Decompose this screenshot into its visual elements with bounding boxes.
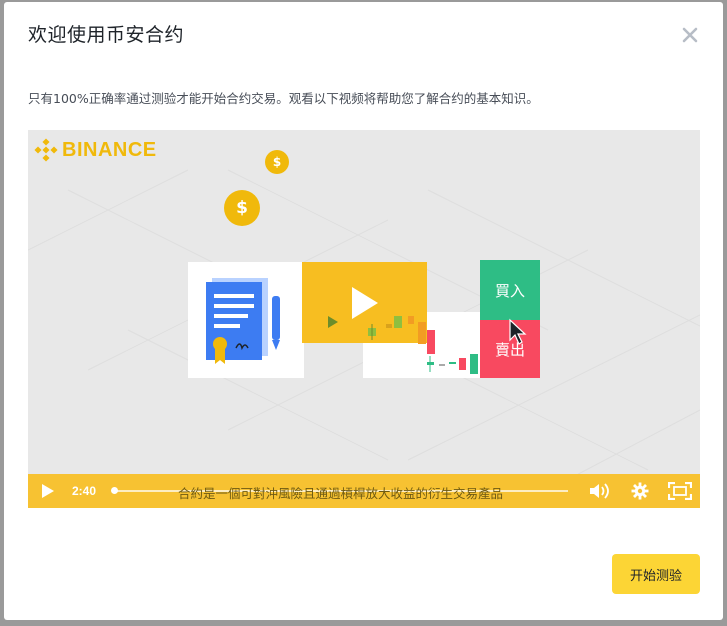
dollar-coin-icon: $: [224, 190, 260, 226]
fullscreen-button[interactable]: [666, 480, 694, 502]
chart-candles-overlay: [328, 316, 426, 344]
video-subtitle: 合約是一個可對沖風險且通過槓桿放大收益的衍生交易產品: [178, 486, 504, 501]
settings-button[interactable]: [629, 481, 651, 501]
video-progress-handle[interactable]: [111, 487, 118, 494]
binance-diamond-icon: [34, 138, 58, 162]
mouse-cursor-icon: [509, 318, 527, 345]
start-quiz-button[interactable]: 开始测验: [612, 554, 700, 594]
close-icon[interactable]: [682, 27, 698, 43]
video-control-bar: 2:40 合約是一個可對沖風險且通過槓桿放大收益的衍生交易產品: [28, 474, 700, 508]
play-icon[interactable]: [41, 483, 55, 499]
modal-title: 欢迎使用币安合约: [28, 24, 185, 46]
dollar-coin-icon: $: [265, 150, 289, 174]
intro-video-player[interactable]: BINANCE $ $ 買入 賣出 2:40 合約是一個可對沖風險且通過槓桿放大…: [28, 130, 700, 508]
volume-button[interactable]: [588, 481, 610, 501]
gear-icon[interactable]: [631, 482, 649, 500]
contract-document-icon: [206, 278, 280, 364]
buy-label: 買入: [480, 260, 540, 320]
modal-description: 只有100%正确率通过测验才能开始合约交易。观看以下视频将帮助您了解合约的基本知…: [28, 91, 539, 106]
video-current-time: 2:40: [72, 484, 97, 498]
quiz-welcome-modal: 欢迎使用币安合约 只有100%正确率通过测验才能开始合约交易。观看以下视频将帮助…: [4, 2, 723, 620]
contract-document-panel: [188, 262, 304, 378]
play-button[interactable]: [38, 482, 58, 500]
binance-logo: BINANCE: [34, 138, 157, 162]
brand-text: BINANCE: [62, 138, 157, 161]
close-button[interactable]: [675, 20, 705, 50]
volume-icon[interactable]: [588, 482, 610, 500]
fullscreen-icon[interactable]: [668, 482, 692, 500]
